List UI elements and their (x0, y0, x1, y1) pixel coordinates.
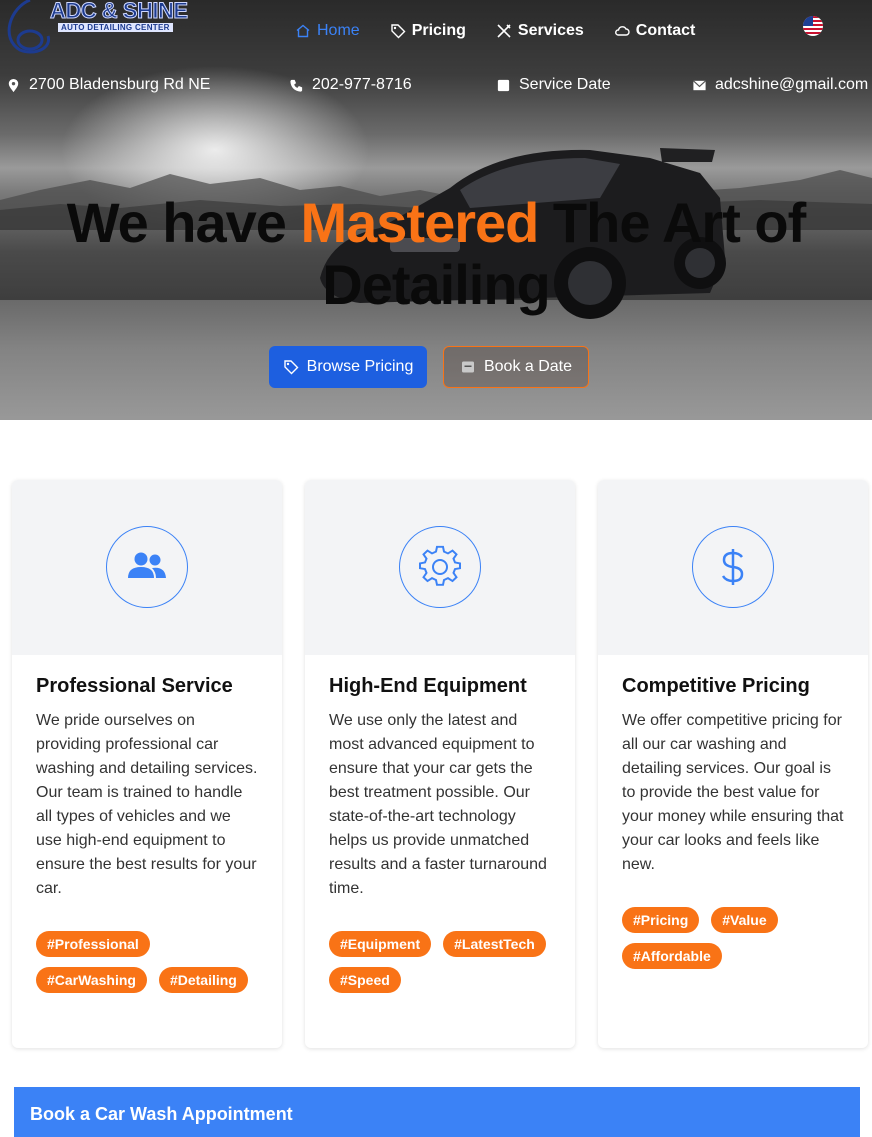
tag-list: #Equipment #LatestTech #Speed (329, 931, 551, 993)
calendar-icon (497, 79, 510, 91)
card-icon-area (598, 480, 868, 655)
nav-contact[interactable]: Contact (614, 22, 696, 40)
phone-text: 202-977-8716 (312, 76, 412, 93)
nav-pricing[interactable]: Pricing (390, 22, 466, 40)
envelope-icon (693, 79, 706, 90)
card-high-end-equipment: High-End Equipment We use only the lates… (305, 480, 575, 1048)
top-navbar: ADC & SHINE AUTO DETAILING CENTER Home P… (0, 0, 872, 70)
tag-list: #Professional #CarWashing #Detailing (36, 931, 258, 993)
headline-part-1: We have (66, 191, 301, 254)
tag[interactable]: #Pricing (622, 907, 700, 933)
hero-section: ADC & SHINE AUTO DETAILING CENTER Home P… (0, 0, 872, 420)
phone-info[interactable]: 202-977-8716 (289, 76, 412, 94)
card-title: Professional Service (36, 675, 233, 697)
card-icon-area (12, 480, 282, 655)
cloud-icon (614, 26, 630, 36)
dollar-icon (721, 549, 744, 585)
nav-pricing-label: Pricing (411, 22, 466, 39)
nav-contact-label: Contact (635, 22, 696, 39)
brand-name: ADC & SHINE (50, 0, 189, 24)
main-menu: Home Pricing Services Contact (295, 22, 695, 40)
icon-circle (399, 526, 481, 608)
calendar-icon (461, 361, 474, 373)
email-info[interactable]: adcshine@gmail.com (692, 76, 868, 94)
booking-title: Book a Car Wash Appointment (30, 1104, 293, 1124)
book-date-button[interactable]: Book a Date (443, 346, 589, 388)
contact-info-bar: 2700 Bladensburg Rd NE 202-977-8716 Serv… (0, 76, 872, 98)
tag-icon (283, 360, 299, 375)
browse-pricing-label: Browse Pricing (306, 358, 414, 375)
address-text: 2700 Bladensburg Rd NE (29, 76, 211, 93)
service-date-info[interactable]: Service Date (496, 76, 611, 94)
card-professional-service: Professional Service We pride ourselves … (12, 480, 282, 1048)
card-title: Competitive Pricing (622, 675, 810, 697)
card-title: High-End Equipment (329, 675, 527, 697)
home-icon (296, 24, 310, 38)
tools-icon (497, 24, 511, 38)
brand-tagline: AUTO DETAILING CENTER (58, 23, 173, 32)
tag[interactable]: #Value (711, 907, 778, 933)
card-text: We use only the latest and most advanced… (329, 712, 547, 897)
icon-circle (106, 526, 188, 608)
hero-headline: We have Mastered The Art of Detailing (0, 192, 872, 316)
feature-cards: Professional Service We pride ourselves … (12, 480, 870, 1048)
icon-circle (692, 526, 774, 608)
browse-pricing-button[interactable]: Browse Pricing (269, 346, 427, 388)
us-flag-icon[interactable] (803, 16, 823, 36)
brand-logo[interactable]: ADC & SHINE AUTO DETAILING CENTER (0, 0, 190, 56)
service-date-text: Service Date (519, 76, 611, 93)
address-info[interactable]: 2700 Bladensburg Rd NE (6, 76, 210, 94)
tag[interactable]: #CarWashing (36, 967, 147, 993)
nav-home[interactable]: Home (295, 22, 360, 40)
headline-accent: Mastered (300, 191, 539, 254)
email-text: adcshine@gmail.com (715, 76, 869, 93)
book-date-label: Book a Date (483, 358, 573, 375)
tag[interactable]: #Detailing (158, 967, 248, 993)
tag-icon (390, 24, 406, 39)
card-text: We pride ourselves on providing professi… (36, 712, 258, 897)
card-icon-area (305, 480, 575, 655)
nav-home-label: Home (317, 22, 360, 39)
nav-services-label: Services (517, 22, 584, 39)
tag[interactable]: #Professional (36, 931, 150, 957)
nav-services[interactable]: Services (496, 22, 584, 40)
map-pin-icon (8, 78, 19, 92)
booking-section-header: Book a Car Wash Appointment (14, 1087, 860, 1137)
phone-icon (290, 79, 303, 92)
users-icon (128, 552, 166, 578)
gear-icon (419, 545, 461, 586)
tag[interactable]: #Speed (329, 967, 401, 993)
tag-list: #Pricing #Value #Affordable (622, 907, 844, 969)
card-text: We offer competitive pricing for all our… (622, 712, 844, 873)
card-competitive-pricing: Competitive Pricing We offer competitive… (598, 480, 868, 1048)
tag[interactable]: #LatestTech (443, 931, 546, 957)
tag[interactable]: #Affordable (622, 943, 722, 969)
tag[interactable]: #Equipment (329, 931, 432, 957)
